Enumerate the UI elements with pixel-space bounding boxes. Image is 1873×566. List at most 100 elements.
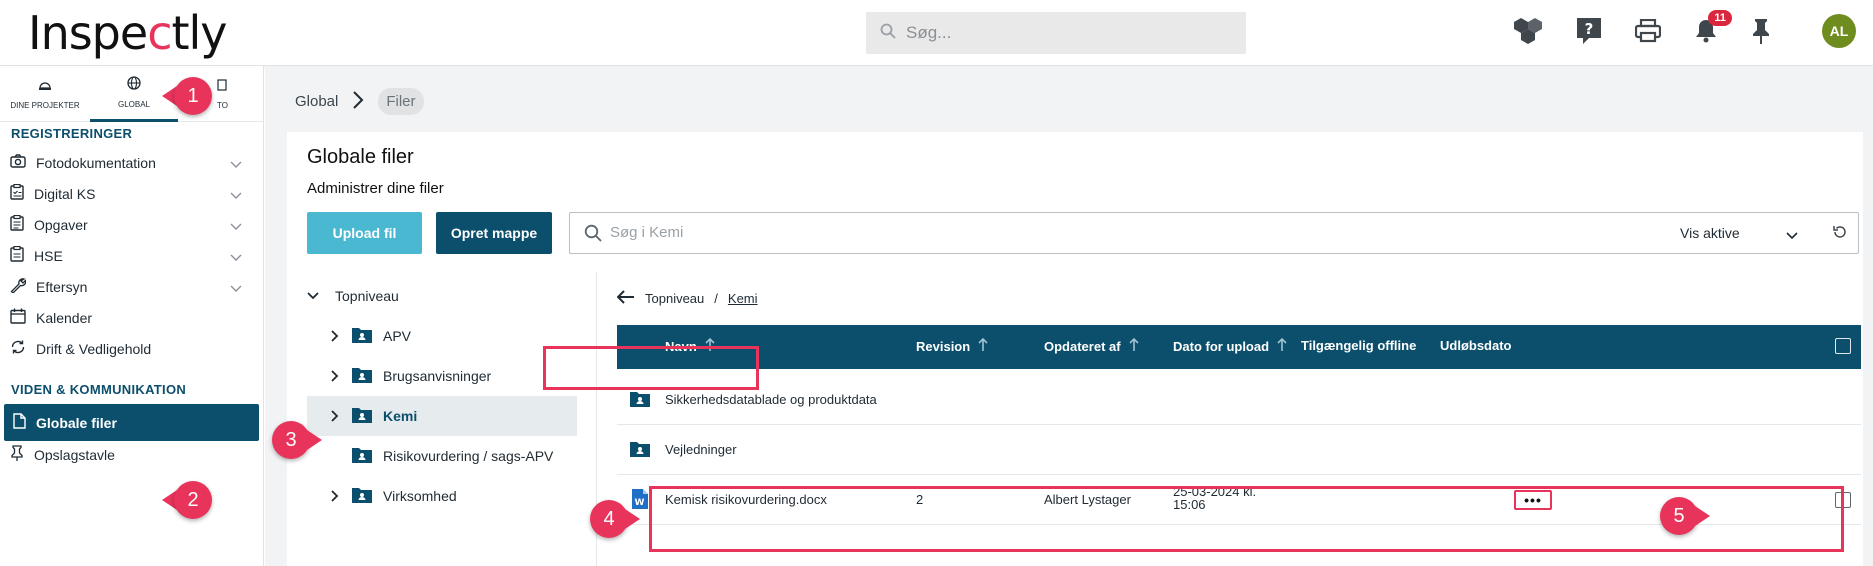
folder-icon (629, 440, 651, 461)
folder-icon (351, 406, 373, 427)
table-row[interactable]: Vejledninger (617, 425, 1861, 475)
tree-item-kemi[interactable]: Kemi (307, 396, 577, 436)
chevron-down-icon (307, 290, 319, 302)
cubes-icon[interactable] (1512, 14, 1544, 48)
row-checkbox[interactable] (1835, 492, 1851, 508)
breadcrumb-current: Filer (378, 88, 424, 115)
logo-text-end: tly (171, 6, 227, 60)
create-folder-button[interactable]: Opret mappe (436, 212, 552, 254)
chevron-down-icon (230, 187, 242, 203)
chevron-right-icon (329, 370, 341, 382)
column-header-opdateret-af[interactable]: Opdateret af (1044, 337, 1139, 355)
sidebar-item-label: HSE (34, 247, 63, 264)
tab-global-label: GLOBAL (117, 100, 150, 109)
annotation-marker-2: 2 (162, 481, 212, 519)
file-upload-time-line: 15:06 (1173, 497, 1206, 512)
search-icon (880, 23, 896, 44)
file-name[interactable]: Vejledninger (665, 442, 737, 457)
status-filter-select[interactable]: Vis aktive (1670, 213, 1806, 253)
sidebar-item-opslagstavle[interactable]: Opslagstavle (0, 436, 262, 473)
left-sidebar: DINE PROJEKTER GLOBAL TO REGISTRERINGER … (0, 66, 264, 566)
column-header-udloebsdato: Udløbsdato (1440, 338, 1512, 353)
main-content: Global Filer Globale filer Administrer d… (265, 66, 1873, 566)
sidebar-tabs: DINE PROJEKTER GLOBAL TO (0, 66, 264, 122)
chevron-down-icon (230, 249, 242, 265)
tree-item-label: Topniveau (335, 288, 399, 304)
chevron-down-icon (230, 218, 242, 234)
pin-icon[interactable] (1745, 14, 1777, 48)
folder-icon (351, 366, 373, 387)
sort-arrow-up-icon (978, 337, 988, 355)
printer-icon[interactable] (1632, 14, 1664, 48)
chevron-right-icon (329, 490, 341, 502)
annotation-marker-3: 3 (272, 421, 322, 459)
logo-text-accent: c (147, 6, 172, 60)
sidebar-item-label: Fotodokumentation (36, 154, 156, 171)
chevron-right-icon (352, 90, 364, 113)
chevron-down-icon (230, 280, 242, 296)
path-current[interactable]: Kemi (728, 291, 758, 306)
sidebar-item-label: Drift & Vedligehold (36, 340, 152, 357)
inspectly-logo[interactable]: Inspectly (28, 6, 228, 60)
tree-item-brugsanvisninger[interactable]: Brugsanvisninger (329, 356, 597, 396)
help-icon[interactable]: ? (1573, 14, 1605, 48)
path-root[interactable]: Topniveau (645, 291, 704, 306)
tree-item-apv[interactable]: APV (329, 316, 597, 356)
file-revision: 2 (916, 492, 924, 507)
breadcrumb-global[interactable]: Global (295, 93, 338, 110)
column-header-dato-for-upload[interactable]: Dato for upload (1173, 337, 1287, 355)
tree-item-label: APV (383, 328, 412, 344)
folder-search-input[interactable]: Søg i Kemi Vis aktive (569, 212, 1859, 254)
sidebar-item-label: Digital KS (34, 185, 96, 202)
chevron-right-icon (329, 410, 341, 422)
tab-konto-label: TO (217, 100, 228, 110)
reset-icon[interactable] (1832, 224, 1848, 245)
tree-item-virksomhed[interactable]: Virksomhed (329, 476, 597, 516)
marker-pointer (622, 507, 640, 531)
global-search-input[interactable]: Søg... (866, 12, 1246, 54)
more-options-button[interactable]: ••• (1514, 490, 1552, 510)
sort-arrow-up-icon (705, 337, 715, 355)
sidebar-item-drift-vedligehold[interactable]: Drift & Vedligehold (0, 330, 262, 367)
table-row[interactable]: Sikkerhedsdatablade og produktdata (617, 375, 1861, 425)
file-name[interactable]: Kemisk risikovurdering.docx (665, 492, 827, 507)
sort-arrow-up-icon (1277, 337, 1287, 355)
section-title-viden-kommunikation: VIDEN & KOMMUNIKATION (11, 382, 187, 397)
column-header-label: Revision (916, 339, 971, 354)
tab-dine-projekter[interactable]: DINE PROJEKTER (0, 66, 90, 122)
file-updated-by: Albert Lystager (1044, 492, 1131, 507)
column-header-tilgaengelig-offline: Tilgængelig offline (1301, 338, 1416, 353)
annotation-marker-5: 5 (1660, 497, 1710, 535)
svg-text:?: ? (1585, 20, 1594, 38)
file-table-header: Navn Revision Opdateret af Dato for uplo… (617, 325, 1861, 369)
upload-file-button[interactable]: Upload fil (307, 212, 422, 254)
status-filter-value: Vis aktive (1680, 225, 1740, 241)
user-avatar[interactable]: AL (1822, 14, 1856, 48)
tree-item-label: Brugsanvisninger (383, 368, 492, 384)
arrow-left-icon[interactable] (616, 290, 635, 307)
column-header-navn[interactable]: Navn (665, 337, 715, 355)
clipboard-list-icon (10, 214, 24, 234)
tree-item-risikovurdering[interactable]: Risikovurdering / sags-APV (351, 436, 597, 476)
building-icon (216, 78, 228, 93)
select-all-checkbox[interactable] (1835, 338, 1851, 354)
folder-icon (351, 446, 373, 467)
search-icon (584, 224, 602, 247)
global-search-placeholder: Søg... (906, 23, 952, 42)
pin-icon (10, 445, 24, 464)
clipboard-icon (10, 245, 24, 265)
tree-item-topniveau[interactable]: Topniveau (307, 276, 597, 316)
marker-pointer (1692, 504, 1710, 528)
wrench-icon (10, 277, 27, 296)
sidebar-item-label: Globale filer (36, 414, 117, 431)
marker-number: 1 (174, 77, 212, 115)
column-header-label: Opdateret af (1044, 339, 1121, 354)
file-name[interactable]: Sikkerhedsdatablade og produktdata (665, 392, 877, 407)
chevron-down-icon (1786, 227, 1798, 243)
breadcrumb: Global Filer (295, 88, 424, 115)
bell-icon[interactable]: 11 (1690, 10, 1732, 48)
chevron-right-icon (329, 330, 341, 342)
column-header-label: Udløbsdato (1440, 338, 1512, 353)
column-header-revision[interactable]: Revision (916, 337, 988, 355)
folder-search-placeholder: Søg i Kemi (610, 224, 684, 241)
